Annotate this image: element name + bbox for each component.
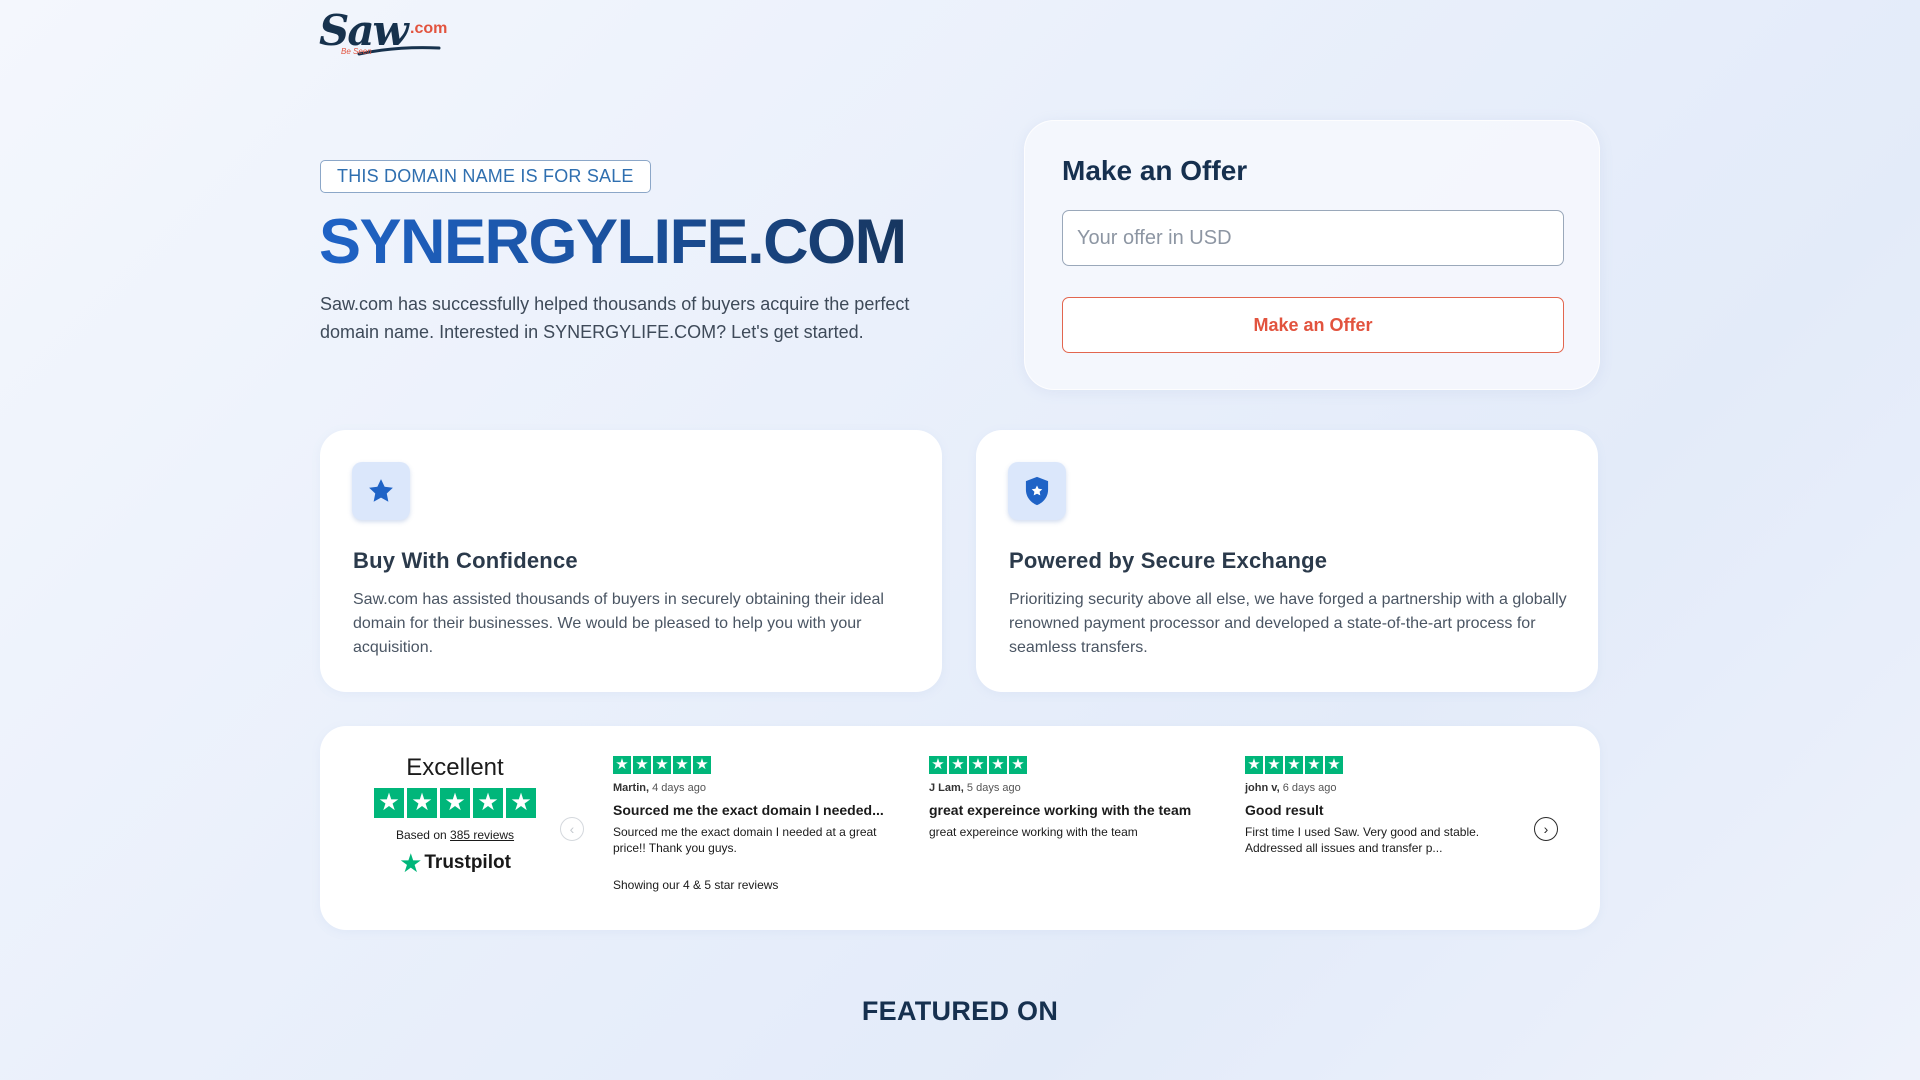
- trustpilot-brand: Trustpilot: [424, 852, 511, 873]
- make-offer-button[interactable]: Make an Offer: [1062, 297, 1564, 353]
- showing-reviews-note: Showing our 4 & 5 star reviews: [613, 878, 779, 892]
- review-title: Sourced me the exact domain I needed...: [613, 802, 884, 818]
- logo-tagline: Be Seen: [341, 47, 372, 56]
- saw-logo[interactable]: Saw .com Be Seen: [319, 6, 447, 58]
- review-stars: ★ ★ ★ ★ ★: [929, 756, 1214, 774]
- feature-text: Saw.com has assisted thousands of buyers…: [353, 591, 884, 656]
- star-icon: ★: [693, 756, 711, 774]
- star-icon: ★: [1285, 756, 1303, 774]
- review-age: 6 days ago: [1282, 782, 1337, 794]
- star-icon: ★: [929, 756, 947, 774]
- review-title: great expereince working with the team: [929, 802, 1192, 818]
- trustpilot-reviews-widget: Excellent ★ ★ ★ ★ ★ Based on 385 reviews…: [320, 726, 1600, 930]
- logo-com: .com: [410, 20, 448, 37]
- domain-title: SYNERGYLIFE.COM: [319, 207, 907, 277]
- review-body: First time I used Saw. Very good and sta…: [1245, 825, 1480, 855]
- feature-card-confidence: Buy With Confidence Saw.com has assisted…: [320, 430, 942, 692]
- star-icon: ★: [1265, 756, 1283, 774]
- feature-title: Powered by Secure Exchange: [1009, 548, 1328, 573]
- featured-on-heading: FEATURED ON: [861, 996, 1059, 1026]
- rating-label: Excellent: [406, 754, 504, 781]
- intro-text: Saw.com has successfully helped thousand…: [320, 294, 910, 342]
- star-icon: ★: [1305, 756, 1323, 774]
- next-arrow-icon[interactable]: ›: [1534, 817, 1558, 841]
- star-icon: ★: [407, 788, 437, 818]
- trustpilot-summary: Excellent ★ ★ ★ ★ ★ Based on 385 reviews…: [370, 754, 540, 878]
- star-icon: ★: [1325, 756, 1343, 774]
- review-card[interactable]: ★ ★ ★ ★ ★ J Lam, 5 days ago great expereince…: [929, 756, 1214, 840]
- shield-icon: [1008, 462, 1066, 520]
- star-icon: ★: [653, 756, 671, 774]
- feature-card-secure-exchange: Powered by Secure Exchange Prioritizing …: [976, 430, 1598, 692]
- trustpilot-logo[interactable]: ★ Trustpilot: [370, 848, 540, 878]
- feature-text: Prioritizing security above all else, we…: [1009, 591, 1567, 656]
- star-icon: ★: [506, 788, 536, 818]
- review-card[interactable]: ★ ★ ★ ★ ★ john v, 6 days ago Good result Fir…: [1245, 756, 1530, 856]
- review-body: Sourced me the exact domain I needed at …: [613, 825, 877, 855]
- review-age: 4 days ago: [652, 782, 706, 794]
- star-icon: ★: [473, 788, 503, 818]
- star-icon: ★: [440, 788, 470, 818]
- star-icon: ★: [613, 756, 631, 774]
- rating-stars: ★ ★ ★ ★ ★: [370, 788, 540, 818]
- star-icon: ★: [374, 788, 404, 818]
- star-icon: ★: [1009, 756, 1027, 774]
- based-on-prefix: Based on: [395, 828, 447, 842]
- review-stars: ★ ★ ★ ★ ★: [613, 756, 898, 774]
- review-author: john v,: [1245, 782, 1280, 794]
- star-icon: ★: [673, 756, 691, 774]
- review-author: Martin,: [613, 782, 650, 794]
- offer-input[interactable]: [1062, 210, 1564, 266]
- review-title: Good result: [1245, 802, 1324, 818]
- previous-arrow-icon[interactable]: ‹: [560, 817, 584, 841]
- trustpilot-star-icon: ★: [399, 848, 423, 878]
- based-on-text: Based on 385 reviews: [370, 828, 540, 842]
- review-card[interactable]: ★ ★ ★ ★ ★ Martin, 4 days ago Sourced me the …: [613, 756, 898, 856]
- star-icon: ★: [633, 756, 651, 774]
- review-body: great expereince working with the team: [929, 825, 1138, 839]
- review-author: J Lam,: [929, 782, 964, 794]
- review-meta: J Lam, 5 days ago: [929, 782, 1214, 794]
- review-age: 5 days ago: [966, 782, 1021, 794]
- star-icon: ★: [989, 756, 1007, 774]
- star-icon: [352, 462, 410, 520]
- make-offer-card: Make an Offer Make an Offer: [1024, 120, 1600, 390]
- offer-title: Make an Offer: [1062, 155, 1248, 186]
- star-icon: ★: [1245, 756, 1263, 774]
- feature-title: Buy With Confidence: [353, 548, 578, 573]
- star-icon: ★: [949, 756, 967, 774]
- star-icon: ★: [969, 756, 987, 774]
- reviews-count-link[interactable]: 385 reviews: [450, 828, 514, 842]
- review-meta: john v, 6 days ago: [1245, 782, 1530, 794]
- for-sale-badge: THIS DOMAIN NAME IS FOR SALE: [320, 160, 651, 193]
- review-meta: Martin, 4 days ago: [613, 782, 898, 794]
- review-stars: ★ ★ ★ ★ ★: [1245, 756, 1530, 774]
